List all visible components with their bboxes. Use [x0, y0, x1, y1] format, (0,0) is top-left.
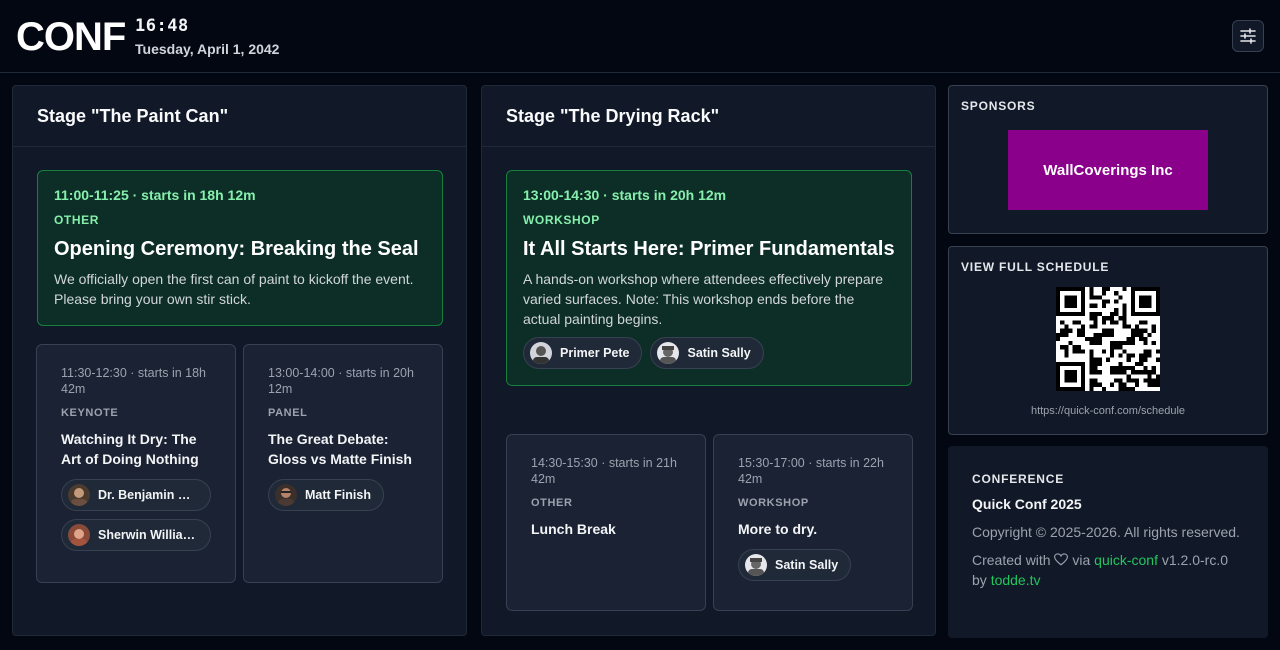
session-time: 11:30-12:30 · starts in 18h 42m [61, 366, 206, 396]
sliders-icon [1240, 28, 1256, 44]
speaker-avatar [745, 554, 767, 576]
speaker-chip[interactable]: Satin Sally [738, 549, 852, 581]
sponsors-panel: SPONSORS WallCoverings Inc [948, 85, 1268, 234]
speaker-name: Satin Sally [775, 558, 839, 572]
credits-text: Created with via quick-conf v1.2.0-rc.0 … [972, 550, 1244, 590]
session-title: Watching It Dry: The Art of Doing Nothin… [61, 431, 199, 467]
current-session-card[interactable]: 11:00-11:25 · starts in 18h 12m OTHER Op… [37, 170, 443, 326]
speaker-avatar [275, 484, 297, 506]
upcoming-session-card[interactable]: 11:30-12:30 · starts in 18h 42m KEYNOTE … [36, 344, 236, 583]
upcoming-session-card[interactable]: 14:30-15:30 · starts in 21h 42m OTHER Lu… [506, 434, 706, 611]
settings-button[interactable] [1232, 20, 1264, 52]
conf-logo: CONF [16, 15, 126, 59]
speaker-chip[interactable]: Primer Pete [523, 337, 643, 369]
session-time: 13:00-14:00 · starts in 20h 12m [268, 366, 414, 396]
upcoming-session-card[interactable]: 13:00-14:00 · starts in 20h 12m PANEL Th… [243, 344, 443, 583]
top-bar: CONF 16:48 Tuesday, April 1, 2042 [0, 0, 1280, 73]
speaker-chip[interactable]: Sherwin Williams [61, 519, 211, 551]
session-time: 11:00-11:25 · starts in 18h 12m [54, 187, 256, 203]
schedule-label: VIEW FULL SCHEDULE [961, 260, 1110, 274]
session-description: A hands-on workshop where attendees effe… [523, 271, 884, 327]
speaker-list: Satin Sally [738, 549, 888, 581]
speaker-chip[interactable]: Satin Sally [650, 337, 764, 369]
speaker-avatar [68, 524, 90, 546]
session-title: More to dry. [738, 521, 818, 537]
current-time: 16:48 [135, 16, 189, 36]
speaker-avatar [68, 484, 90, 506]
upcoming-session-card[interactable]: 15:30-17:00 · starts in 22h 42m WORKSHOP… [713, 434, 913, 611]
conference-label: CONFERENCE [972, 472, 1065, 486]
speaker-avatar [530, 342, 552, 364]
speaker-list: Dr. Benjamin Moore Sherwin Williams [61, 479, 211, 551]
stage-column-paint-can: Stage "The Paint Can" 11:00-11:25 · star… [12, 85, 467, 636]
schedule-url[interactable]: https://quick-conf.com/schedule [949, 405, 1267, 417]
speaker-list: Matt Finish [268, 479, 418, 511]
speaker-chip[interactable]: Dr. Benjamin Moore [61, 479, 211, 511]
speaker-name: Primer Pete [560, 346, 630, 360]
stage-title: Stage "The Paint Can" [13, 86, 466, 147]
session-title: Opening Ceremony: Breaking the Seal [54, 238, 419, 260]
project-link[interactable]: quick-conf [1094, 552, 1158, 568]
session-title: It All Starts Here: Primer Fundamentals [523, 238, 895, 260]
current-session-card[interactable]: 13:00-14:30 · starts in 20h 12m WORKSHOP… [506, 170, 912, 386]
speaker-name: Dr. Benjamin Moore [98, 488, 198, 502]
session-category: WORKSHOP [523, 213, 600, 227]
speaker-chip[interactable]: Matt Finish [268, 479, 384, 511]
session-time: 15:30-17:00 · starts in 22h 42m [738, 456, 884, 486]
version-text: v1.2.0-rc.0 [1161, 552, 1229, 568]
stage-title: Stage "The Drying Rack" [482, 86, 935, 147]
session-description: We officially open the first can of pain… [54, 271, 414, 307]
author-link[interactable]: todde.tv [991, 572, 1041, 588]
session-category: OTHER [531, 497, 573, 509]
schedule-panel: VIEW FULL SCHEDULE https://quick-conf.co… [948, 246, 1268, 435]
current-date: Tuesday, April 1, 2042 [135, 41, 280, 57]
session-time: 13:00-14:30 · starts in 20h 12m [523, 187, 727, 203]
session-category: WORKSHOP [738, 497, 809, 509]
heart-icon [1054, 553, 1069, 566]
stage-column-drying-rack: Stage "The Drying Rack" 13:00-14:30 · st… [481, 85, 936, 636]
qr-code[interactable] [1056, 287, 1160, 391]
session-category: PANEL [268, 407, 308, 419]
session-category: KEYNOTE [61, 407, 119, 419]
conference-name: Quick Conf 2025 [972, 496, 1082, 512]
session-category: OTHER [54, 213, 99, 227]
via-text: via [1072, 552, 1091, 568]
by-text: by [972, 572, 987, 588]
speaker-name: Satin Sally [687, 346, 751, 360]
speaker-avatar [657, 342, 680, 364]
session-title: The Great Debate: Gloss vs Matte Finish [268, 431, 412, 467]
speaker-name: Matt Finish [305, 488, 371, 502]
sponsor-logo[interactable]: WallCoverings Inc [1008, 130, 1208, 210]
created-with-text: Created with [972, 552, 1051, 568]
speaker-list: Primer Pete Satin Sally [523, 337, 895, 369]
session-time: 14:30-15:30 · starts in 21h 42m [531, 456, 677, 486]
conference-info-panel: CONFERENCE Quick Conf 2025 Copyright © 2… [948, 446, 1268, 638]
speaker-name: Sherwin Williams [98, 528, 198, 542]
session-title: Lunch Break [531, 521, 616, 537]
sponsors-label: SPONSORS [961, 99, 1036, 113]
copyright-text: Copyright © 2025-2026. All rights reserv… [972, 524, 1240, 540]
